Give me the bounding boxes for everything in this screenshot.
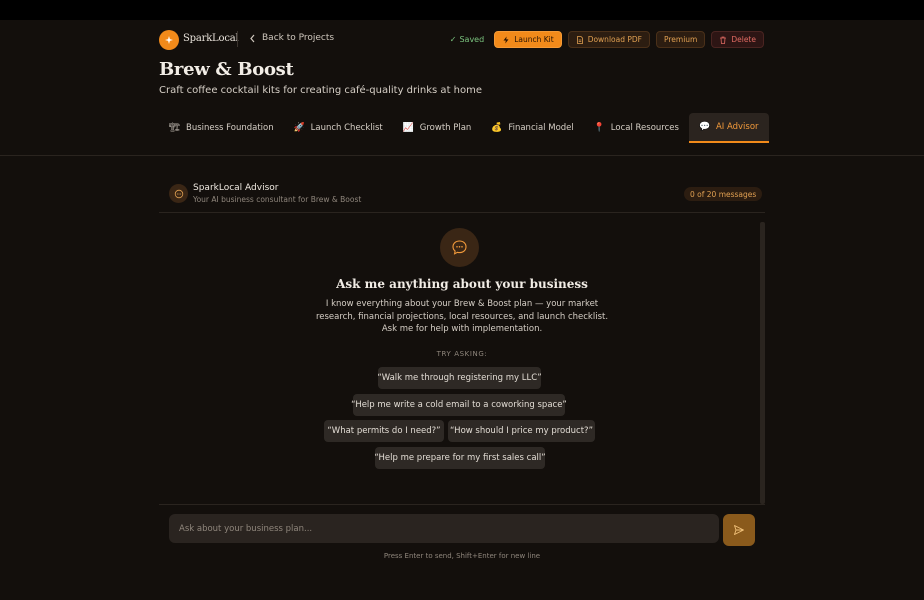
back-label: Back to Projects (262, 33, 335, 43)
advisor-subtitle: Your AI business consultant for Brew & B… (193, 195, 362, 204)
advisor-empty-state-icon (440, 228, 479, 267)
project-title: Brew & Boost (159, 59, 294, 80)
premium-button[interactable]: Premium (655, 31, 706, 48)
header-divider (237, 31, 238, 47)
send-button[interactable] (723, 514, 755, 546)
tab-local-resources[interactable]: 📍 Local Resources (584, 113, 689, 143)
chart-increasing-icon: 📈 (402, 123, 414, 133)
project-tabs: 🏗 Business Foundation 🚀 Launch Checklist… (159, 113, 769, 143)
suggestion-chip[interactable]: “What permits do I need?” (324, 420, 444, 442)
advisor-divider (159, 212, 765, 213)
tab-label: Growth Plan (419, 123, 472, 133)
tab-financial-model[interactable]: 💰 Financial Model (481, 113, 583, 143)
rocket-icon: 🚀 (293, 123, 305, 133)
app-shell: SparkLocal Back to Projects ✓ Saved Laun… (0, 20, 924, 600)
speech-bubble-icon: 💬 (698, 122, 711, 132)
message-count-badge: 0 of 20 messages (684, 187, 763, 201)
chat-bubble-icon (452, 240, 467, 255)
chat-bubble-icon (174, 189, 183, 198)
download-pdf-label: Download PDF (587, 35, 642, 44)
suggestion-chip[interactable]: “How should I price my product?” (448, 420, 595, 442)
saved-status: ✓ Saved (450, 35, 484, 44)
advisor-avatar (169, 184, 188, 203)
tab-label: Business Foundation (186, 123, 274, 133)
tabs-divider (0, 155, 924, 156)
tab-ai-advisor[interactable]: 💬 AI Advisor (688, 113, 769, 143)
lightning-icon (503, 36, 509, 43)
chat-input[interactable] (169, 514, 719, 543)
sparklocal-logo-icon[interactable] (159, 30, 179, 50)
tab-growth-plan[interactable]: 📈 Growth Plan (393, 113, 482, 143)
composer-hint: Press Enter to send, Shift+Enter for new… (383, 552, 541, 560)
suggestion-chip[interactable]: “Help me write a cold email to a coworki… (351, 394, 567, 416)
back-to-projects-link[interactable]: Back to Projects (249, 33, 334, 43)
launch-kit-label: Launch Kit (514, 35, 554, 44)
tab-label: Launch Checklist (310, 123, 383, 133)
suggestion-chip[interactable]: “Walk me through registering my LLC” (377, 367, 542, 389)
send-icon (734, 525, 744, 535)
download-pdf-button[interactable]: Download PDF (567, 31, 650, 48)
money-bag-icon: 💰 (491, 123, 503, 133)
project-subtitle: Craft coffee cocktail kits for creating … (159, 85, 483, 96)
delete-button[interactable]: Delete (711, 31, 764, 48)
advisor-name: SparkLocal Advisor (193, 183, 279, 193)
tab-label: AI Advisor (715, 122, 759, 132)
chevron-left-icon (250, 34, 255, 42)
chat-scrollbar[interactable] (760, 222, 765, 504)
construction-icon: 🏗 (169, 123, 181, 133)
empty-state-title: Ask me anything about your business (336, 277, 588, 291)
suggestion-chip[interactable]: “Help me prepare for my first sales call… (374, 447, 546, 469)
tab-label: Local Resources (610, 123, 679, 133)
launch-kit-button[interactable]: Launch Kit (494, 31, 562, 48)
saved-label: Saved (459, 35, 485, 44)
header-actions: ✓ Saved Launch Kit Download PDF Premium … (450, 31, 764, 48)
tab-label: Financial Model (508, 123, 574, 133)
tab-business-foundation[interactable]: 🏗 Business Foundation (159, 113, 284, 143)
empty-state-description: I know everything about your Brew & Boos… (315, 299, 609, 334)
browser-topbar (0, 0, 924, 20)
check-icon: ✓ (449, 35, 457, 44)
map-pin-icon: 📍 (593, 123, 605, 133)
tab-launch-checklist[interactable]: 🚀 Launch Checklist (284, 113, 393, 143)
document-icon (576, 35, 583, 44)
brand-name: SparkLocal (183, 33, 239, 44)
try-asking-label: TRY ASKING: (436, 350, 488, 358)
premium-label: Premium (663, 35, 698, 44)
trash-icon (720, 36, 727, 44)
delete-label: Delete (731, 35, 756, 44)
chat-divider (159, 504, 765, 505)
